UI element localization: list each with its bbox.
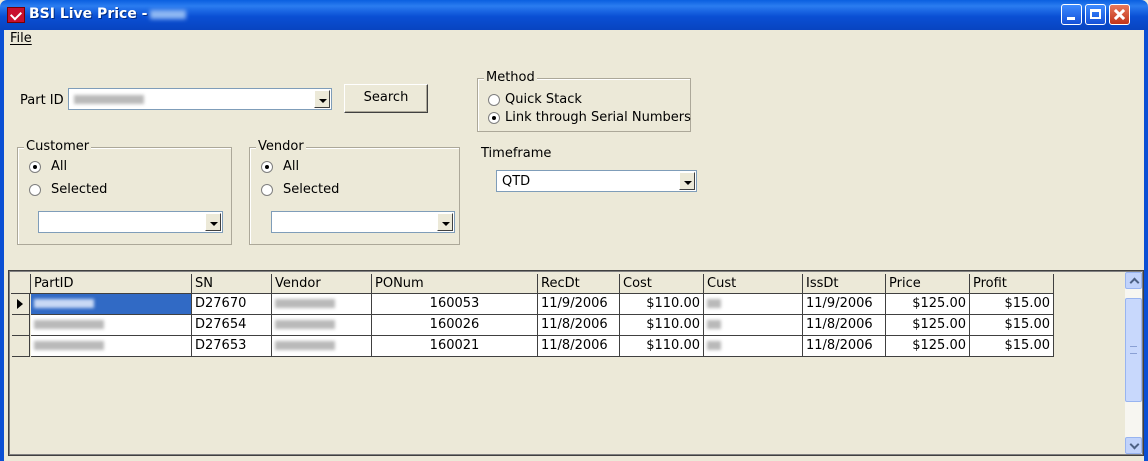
cell-sn[interactable]: D27670 bbox=[192, 294, 272, 315]
title-blurred-text bbox=[149, 9, 186, 19]
method-quick-label[interactable]: Quick Stack bbox=[505, 92, 582, 107]
scroll-up-button[interactable] bbox=[1125, 272, 1142, 289]
cell-issdt[interactable]: 11/8/2006 bbox=[803, 315, 886, 336]
cell-cost[interactable]: $110.00 bbox=[620, 294, 704, 315]
cell-profit[interactable]: $15.00 bbox=[970, 315, 1054, 336]
cell-vendor[interactable] bbox=[272, 294, 372, 315]
grid-corner bbox=[11, 274, 31, 294]
search-button[interactable]: Search bbox=[344, 84, 428, 113]
menu-bar: File bbox=[4, 30, 1144, 48]
timeframe-dropdown-icon[interactable] bbox=[679, 172, 695, 190]
cell-vendor[interactable] bbox=[272, 336, 372, 357]
col-header-profit[interactable]: Profit bbox=[970, 274, 1054, 294]
cell-price[interactable]: $125.00 bbox=[886, 315, 970, 336]
vendor-all-label[interactable]: All bbox=[283, 159, 299, 174]
row-selector[interactable] bbox=[12, 336, 30, 357]
row-selector-current[interactable] bbox=[12, 294, 30, 315]
cell-profit[interactable]: $15.00 bbox=[970, 294, 1054, 315]
cell-ponum[interactable]: 160026 bbox=[372, 315, 538, 336]
cell-ponum[interactable]: 160053 bbox=[372, 294, 538, 315]
close-icon bbox=[1110, 5, 1129, 24]
part-id-combo[interactable] bbox=[68, 88, 332, 110]
cell-recdt[interactable]: 11/9/2006 bbox=[538, 294, 620, 315]
part-id-dropdown-icon[interactable] bbox=[314, 90, 330, 108]
col-header-price[interactable]: Price bbox=[886, 274, 970, 294]
col-header-ponum[interactable]: PONum bbox=[372, 274, 538, 294]
col-header-cost[interactable]: Cost bbox=[620, 274, 704, 294]
minimize-icon bbox=[1067, 17, 1075, 20]
customer-combo[interactable] bbox=[38, 211, 223, 233]
customer-all-label[interactable]: All bbox=[51, 159, 67, 174]
vendor-selected-radio[interactable] bbox=[261, 184, 273, 196]
chevron-up-icon bbox=[1129, 277, 1140, 288]
part-id-value bbox=[74, 92, 144, 107]
timeframe-label: Timeframe bbox=[481, 146, 552, 161]
maximize-icon bbox=[1090, 9, 1101, 19]
vendor-combo[interactable] bbox=[271, 211, 455, 233]
customer-group: Customer All Selected bbox=[17, 139, 232, 245]
cell-profit[interactable]: $15.00 bbox=[970, 336, 1054, 357]
cell-partid-selected[interactable] bbox=[31, 294, 192, 315]
cell-recdt[interactable]: 11/8/2006 bbox=[538, 336, 620, 357]
customer-legend: Customer bbox=[24, 139, 92, 154]
menu-file[interactable]: File bbox=[10, 31, 32, 46]
vendor-group: Vendor All Selected bbox=[249, 139, 460, 245]
customer-selected-label[interactable]: Selected bbox=[51, 182, 107, 197]
cell-price[interactable]: $125.00 bbox=[886, 294, 970, 315]
vendor-selected-label[interactable]: Selected bbox=[283, 182, 339, 197]
col-header-issdt[interactable]: IssDt bbox=[803, 274, 886, 294]
app-icon[interactable] bbox=[7, 7, 25, 23]
customer-dropdown-icon[interactable] bbox=[205, 213, 221, 231]
customer-all-radio[interactable] bbox=[29, 161, 41, 173]
cell-partid[interactable] bbox=[31, 315, 192, 336]
cell-ponum[interactable]: 160021 bbox=[372, 336, 538, 357]
grid-body: PartID SN Vendor PONum RecDt Cost Cust I… bbox=[10, 272, 1127, 454]
cell-cust[interactable] bbox=[704, 315, 803, 336]
cell-cost[interactable]: $110.00 bbox=[620, 336, 704, 357]
method-legend: Method bbox=[484, 70, 537, 85]
cell-price[interactable]: $125.00 bbox=[886, 336, 970, 357]
cell-issdt[interactable]: 11/8/2006 bbox=[803, 336, 886, 357]
col-header-partid[interactable]: PartID bbox=[31, 274, 192, 294]
cell-cost[interactable]: $110.00 bbox=[620, 315, 704, 336]
method-quick-radio[interactable] bbox=[488, 94, 500, 106]
cell-cust[interactable] bbox=[704, 336, 803, 357]
scroll-thumb[interactable] bbox=[1125, 298, 1142, 402]
grid-vertical-scrollbar[interactable] bbox=[1125, 272, 1142, 454]
minimize-button[interactable] bbox=[1061, 4, 1082, 25]
customer-selected-radio[interactable] bbox=[29, 184, 41, 196]
cell-issdt[interactable]: 11/9/2006 bbox=[803, 294, 886, 315]
title-bar[interactable]: BSI Live Price - bbox=[0, 0, 1148, 30]
cell-vendor[interactable] bbox=[272, 315, 372, 336]
vendor-legend: Vendor bbox=[256, 139, 306, 154]
col-header-recdt[interactable]: RecDt bbox=[538, 274, 620, 294]
col-header-vendor[interactable]: Vendor bbox=[272, 274, 372, 294]
results-grid[interactable]: PartID SN Vendor PONum RecDt Cost Cust I… bbox=[8, 270, 1144, 456]
col-header-sn[interactable]: SN bbox=[192, 274, 272, 294]
window-border-right bbox=[1144, 30, 1148, 461]
vendor-all-radio[interactable] bbox=[261, 161, 273, 173]
cell-recdt[interactable]: 11/8/2006 bbox=[538, 315, 620, 336]
vendor-dropdown-icon[interactable] bbox=[437, 213, 453, 231]
cell-sn[interactable]: D27654 bbox=[192, 315, 272, 336]
col-header-cust[interactable]: Cust bbox=[704, 274, 803, 294]
part-id-label: Part ID bbox=[20, 93, 64, 108]
cell-cust[interactable] bbox=[704, 294, 803, 315]
method-serial-label[interactable]: Link through Serial Numbers bbox=[505, 110, 691, 125]
window-border-left bbox=[0, 30, 4, 461]
method-group: Method Quick Stack Link through Serial N… bbox=[477, 70, 691, 132]
scroll-down-button[interactable] bbox=[1125, 437, 1142, 454]
row-selector[interactable] bbox=[12, 315, 30, 336]
cell-sn[interactable]: D27653 bbox=[192, 336, 272, 357]
method-serial-radio[interactable] bbox=[488, 112, 500, 124]
cell-partid[interactable] bbox=[31, 336, 192, 357]
window-title: BSI Live Price - bbox=[29, 6, 186, 22]
timeframe-value: QTD bbox=[502, 174, 531, 189]
maximize-button[interactable] bbox=[1085, 4, 1106, 25]
close-button[interactable] bbox=[1109, 4, 1130, 25]
chevron-down-icon bbox=[1129, 439, 1140, 450]
timeframe-combo[interactable]: QTD bbox=[496, 170, 697, 192]
